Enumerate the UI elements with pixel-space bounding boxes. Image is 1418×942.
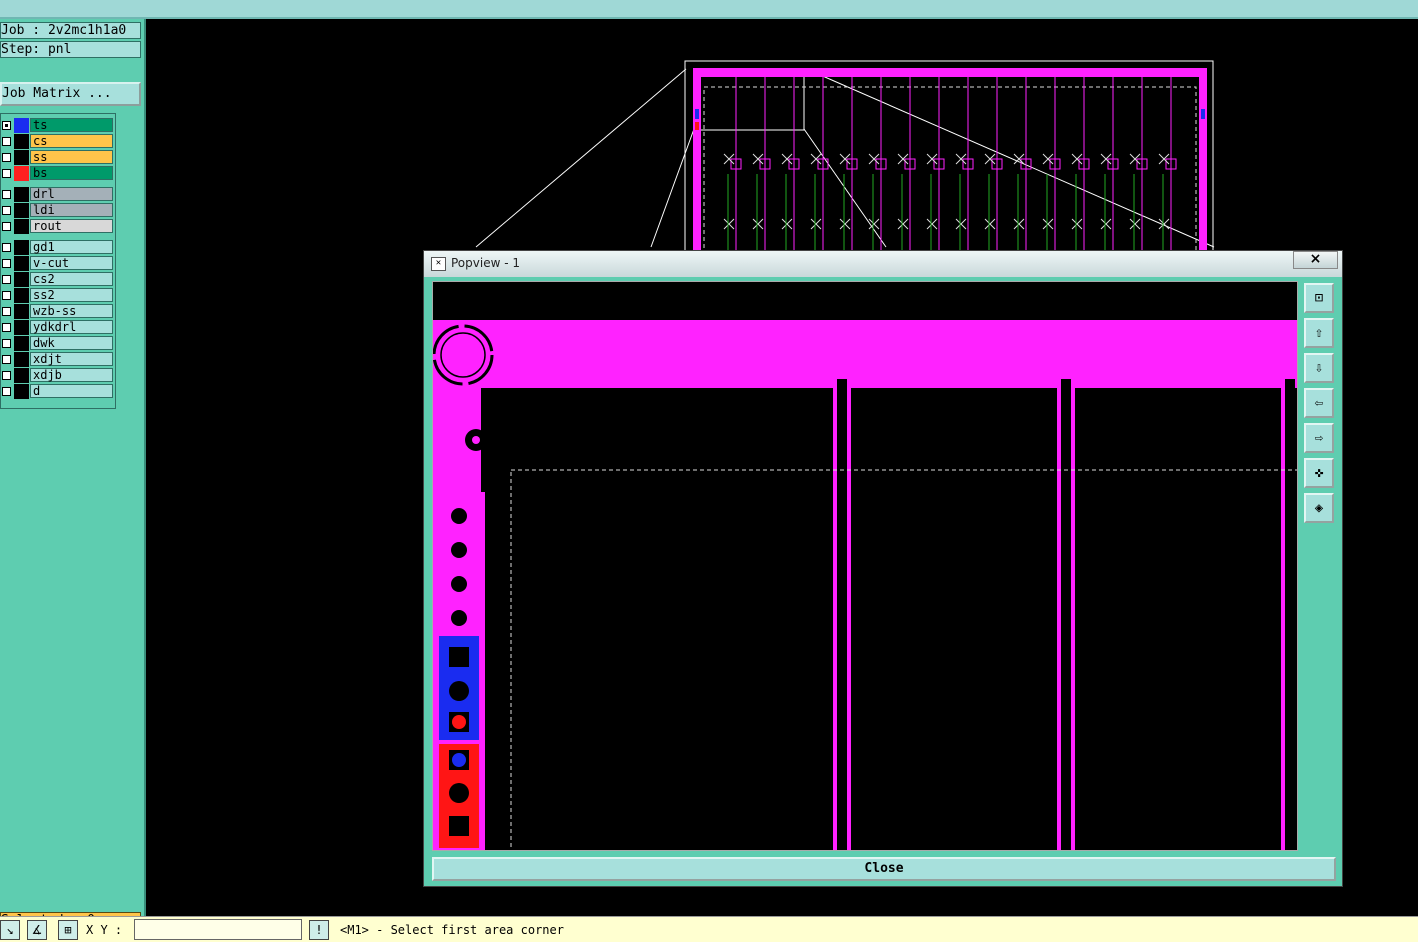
zoom-in-icon[interactable]: ✜: [1304, 458, 1334, 488]
pan-right-icon[interactable]: ⇨: [1304, 423, 1334, 453]
layer-checkbox[interactable]: [2, 259, 11, 268]
layer-color-swatch: [14, 336, 29, 351]
layer-name: rout: [30, 219, 113, 233]
layer-name: v-cut: [30, 256, 113, 270]
pan-down-icon[interactable]: ⇩: [1304, 353, 1334, 383]
layer-row-ydkdrl[interactable]: ydkdrl: [1, 320, 114, 335]
layer-color-swatch: [14, 352, 29, 367]
layer-color-swatch: [14, 134, 29, 149]
layer-checkbox[interactable]: [2, 190, 11, 199]
zoom-fit-icon[interactable]: ◈: [1304, 493, 1334, 523]
layer-name: ss: [30, 150, 113, 164]
left-panel: Job : 2v2mc1h1a0 Step: pnl Job Matrix ..…: [0, 19, 146, 930]
job-label: Job : 2v2mc1h1a0: [0, 22, 141, 39]
layer-color-swatch: [14, 240, 29, 255]
popview-title: Popview - 1: [451, 256, 520, 270]
pan-up-icon[interactable]: ⇧: [1304, 318, 1334, 348]
layer-name: cs2: [30, 272, 113, 286]
layer-checkbox[interactable]: [2, 121, 11, 130]
layer-color-swatch: [14, 187, 29, 202]
layer-row-rout[interactable]: rout: [1, 219, 114, 234]
layer-checkbox[interactable]: [2, 323, 11, 332]
layer-name: d: [30, 384, 113, 398]
layer-checkbox[interactable]: [2, 355, 11, 364]
layer-color-swatch: [14, 368, 29, 383]
layer-color-swatch: [14, 118, 29, 133]
layer-name: ldi: [30, 203, 113, 217]
pan-left-icon[interactable]: ⇦: [1304, 388, 1334, 418]
layer-row-ts[interactable]: ts: [1, 118, 114, 133]
layer-row-wzb-ss[interactable]: wzb-ss: [1, 304, 114, 319]
cursor-mode-icon[interactable]: ↘: [0, 920, 20, 940]
layer-name: bs: [30, 166, 113, 180]
alert-icon[interactable]: !: [309, 920, 329, 940]
layer-checkbox[interactable]: [2, 275, 11, 284]
close-button[interactable]: Close: [432, 857, 1336, 881]
layer-color-swatch: [14, 384, 29, 399]
step-label: Step: pnl: [0, 41, 141, 58]
layer-name: gd1: [30, 240, 113, 254]
layer-color-swatch: [14, 256, 29, 271]
top-bar: [0, 0, 1418, 19]
layer-color-swatch: [14, 203, 29, 218]
layer-checkbox[interactable]: [2, 387, 11, 396]
layer-color-swatch: [14, 320, 29, 335]
layer-row-cs[interactable]: cs: [1, 134, 114, 149]
layer-checkbox[interactable]: [2, 206, 11, 215]
layer-row-ldi[interactable]: ldi: [1, 203, 114, 218]
layer-row-v-cut[interactable]: v-cut: [1, 256, 114, 271]
command-prompt: <M1> - Select first area corner: [340, 923, 564, 937]
board-circuit-columns: [723, 77, 1177, 269]
popview-titlebar[interactable]: ✕ Popview - 1 ×: [424, 251, 1342, 277]
layer-name: ts: [30, 118, 113, 132]
snap-icon[interactable]: ∡: [27, 920, 47, 940]
layer-name: ydkdrl: [30, 320, 113, 334]
app-icon: ✕: [431, 257, 446, 271]
close-icon[interactable]: ×: [1293, 251, 1338, 269]
layer-checkbox[interactable]: [2, 307, 11, 316]
popview-toolbar: ⊡ ⇧ ⇩ ⇦ ⇨ ✜ ◈: [1302, 281, 1336, 851]
layer-list: ts cs ss bs drl ldi rout gd1 v-cut cs2 s…: [0, 113, 116, 409]
layer-name: ss2: [30, 288, 113, 302]
layer-name: xdjb: [30, 368, 113, 382]
layer-row-gd1[interactable]: gd1: [1, 240, 114, 255]
layer-name: drl: [30, 187, 113, 201]
layer-checkbox[interactable]: [2, 291, 11, 300]
status-bar: ↘ ∡ ⊞ X Y : ! <M1> - Select first area c…: [0, 916, 1418, 942]
layer-name: wzb-ss: [30, 304, 113, 318]
layer-checkbox[interactable]: [2, 137, 11, 146]
layer-row-xdjb[interactable]: xdjb: [1, 368, 114, 383]
grid-icon[interactable]: ⊞: [58, 920, 78, 940]
layer-checkbox[interactable]: [2, 371, 11, 380]
layer-checkbox[interactable]: [2, 339, 11, 348]
layer-color-swatch: [14, 150, 29, 165]
layer-row-d[interactable]: d: [1, 384, 114, 399]
layer-checkbox[interactable]: [2, 243, 11, 252]
layer-row-cs2[interactable]: cs2: [1, 272, 114, 287]
xy-label: X Y :: [86, 923, 123, 937]
layer-row-ss[interactable]: ss: [1, 150, 114, 165]
popview-dialog: ✕ Popview - 1 × ⊡ ⇧ ⇩ ⇦ ⇨ ✜ ◈ Close: [423, 250, 1343, 887]
layer-checkbox[interactable]: [2, 153, 11, 162]
layer-checkbox[interactable]: [2, 169, 11, 178]
layer-row-ss2[interactable]: ss2: [1, 288, 114, 303]
layer-name: xdjt: [30, 352, 113, 366]
layer-color-swatch: [14, 304, 29, 319]
popview-canvas[interactable]: [432, 281, 1298, 851]
job-matrix-button[interactable]: Job Matrix ...: [0, 82, 141, 106]
layer-color-swatch: [14, 288, 29, 303]
xy-input[interactable]: [134, 919, 302, 940]
layer-color-swatch: [14, 272, 29, 287]
layer-row-xdjt[interactable]: xdjt: [1, 352, 114, 367]
layer-color-swatch: [14, 219, 29, 234]
layer-row-bs[interactable]: bs: [1, 166, 114, 181]
zoom-window-icon[interactable]: ⊡: [1304, 283, 1334, 313]
layer-name: cs: [30, 134, 113, 148]
layer-color-swatch: [14, 166, 29, 181]
layer-checkbox[interactable]: [2, 222, 11, 231]
layer-row-dwk[interactable]: dwk: [1, 336, 114, 351]
layer-name: dwk: [30, 336, 113, 350]
layer-row-drl[interactable]: drl: [1, 187, 114, 202]
